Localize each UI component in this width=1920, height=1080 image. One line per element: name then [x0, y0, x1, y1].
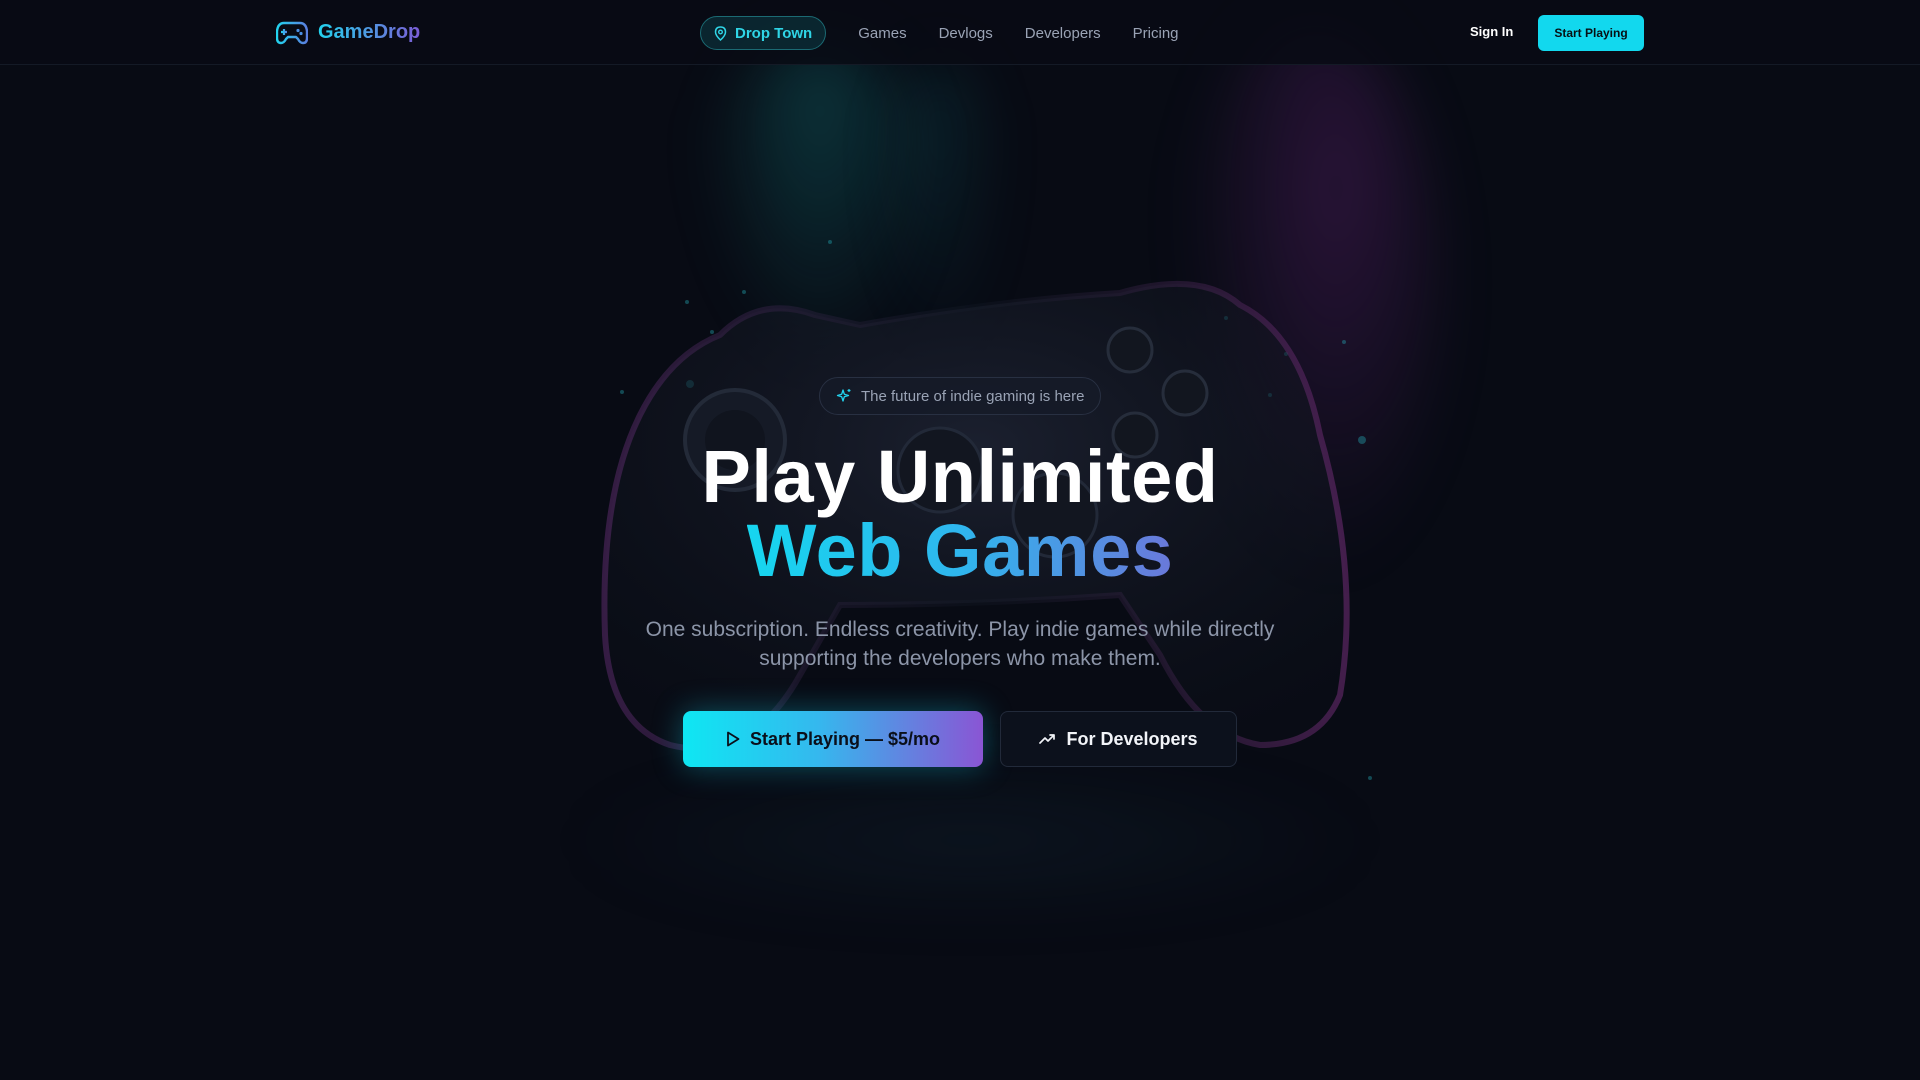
for-developers-label: For Developers — [1066, 728, 1198, 749]
start-playing-label: Start Playing — $5/mo — [749, 728, 941, 749]
tagline-badge: The future of indie gaming is here — [819, 377, 1102, 415]
headline-gradient-text: Web Games — [746, 509, 1174, 592]
headline-line-1: Play Unlimited — [701, 435, 1219, 518]
tagline-text: The future of indie gaming is here — [861, 387, 1085, 405]
hero-section: The future of indie gaming is here Play … — [0, 0, 1920, 1080]
trending-up-icon — [1039, 734, 1056, 744]
landing-page: GameDrop Drop Town Games Devlogs Develop… — [0, 0, 1920, 1080]
play-icon — [727, 731, 740, 747]
hero-subtitle: One subscription. Endless creativity. Pl… — [645, 618, 1275, 670]
headline-line-2: Web Games — [0, 514, 1920, 588]
for-developers-button[interactable]: For Developers — [1000, 711, 1237, 767]
sparkles-icon — [836, 389, 851, 402]
start-playing-button[interactable]: Start Playing — $5/mo — [683, 711, 983, 767]
